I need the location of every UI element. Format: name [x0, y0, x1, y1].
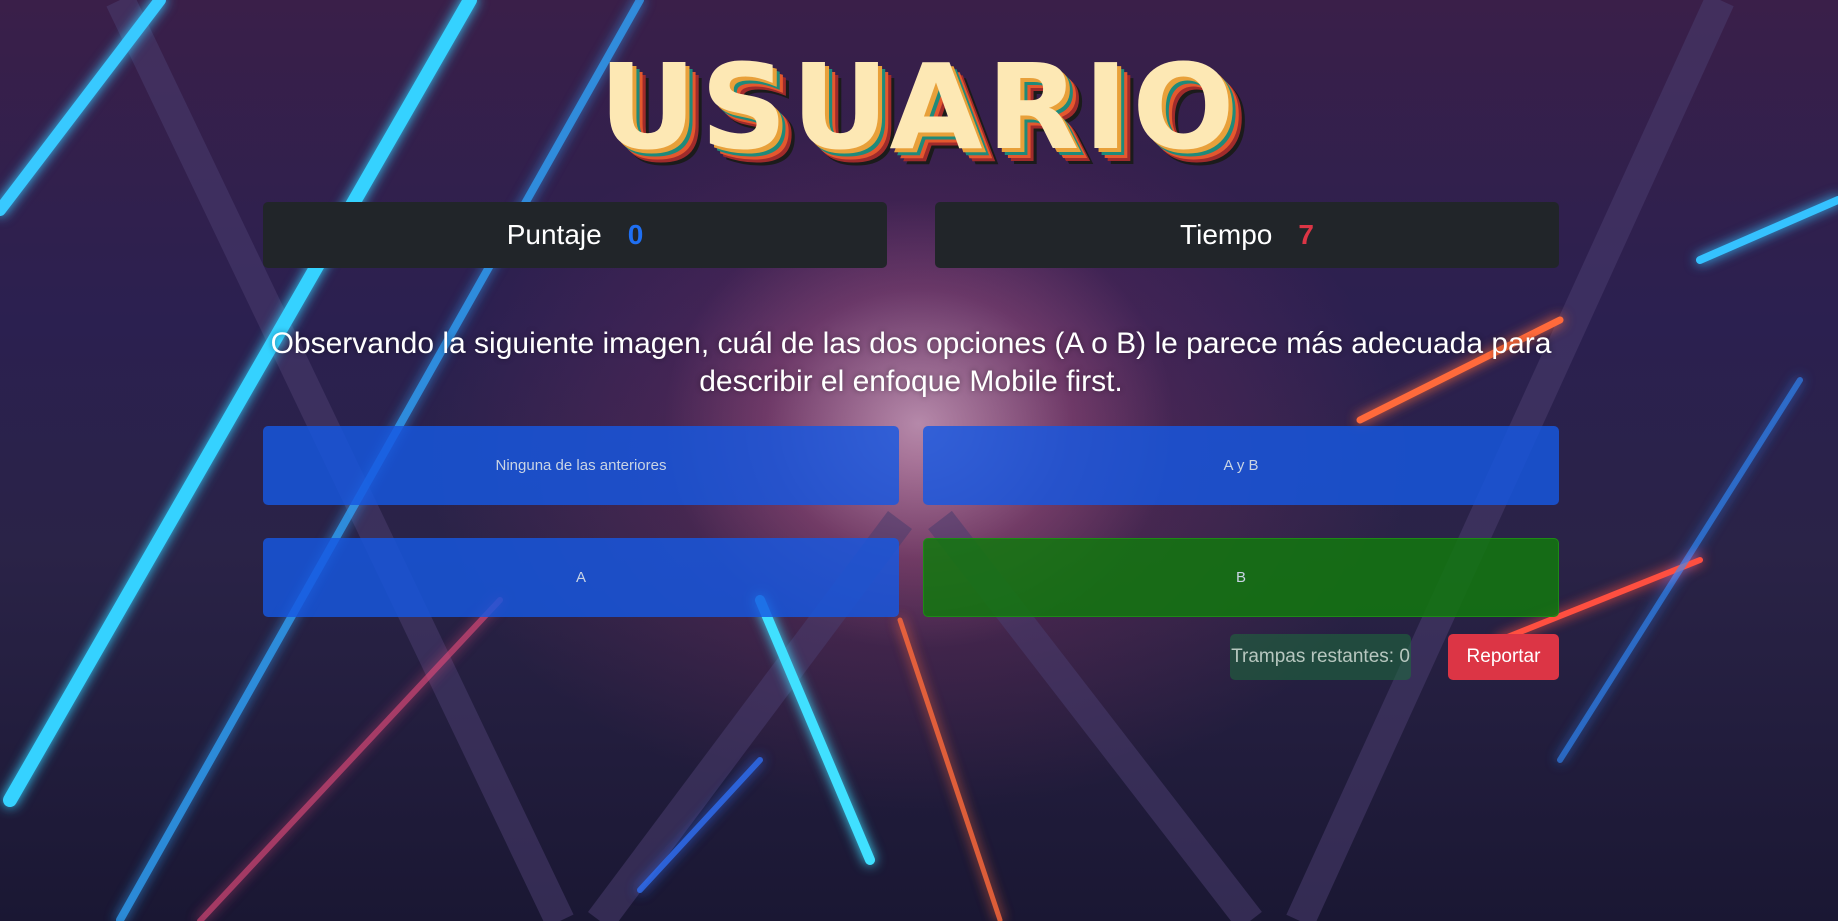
option-button-b[interactable]: B	[923, 538, 1559, 617]
time-label: Tiempo	[1180, 219, 1273, 250]
cheats-remaining-badge: Trampas restantes: 0	[1230, 634, 1411, 680]
cheats-remaining-label: Trampas restantes: 0	[1231, 646, 1410, 667]
question-text: Observando la siguiente imagen, cuál de …	[270, 327, 1552, 398]
option-button-a-and-b[interactable]: A y B	[923, 426, 1559, 505]
time-panel: Tiempo 7	[935, 202, 1559, 268]
page-title: USUARIO	[599, 38, 1239, 176]
score-value: 0	[627, 219, 644, 250]
time-value: 7	[1298, 219, 1314, 250]
score-panel: Puntaje 0	[263, 202, 887, 268]
title-container: USUARIO	[0, 48, 1838, 166]
option-button-a[interactable]: A	[263, 538, 899, 617]
option-label: Ninguna de las anteriores	[495, 457, 667, 474]
option-label: A	[575, 569, 586, 586]
option-button-none[interactable]: Ninguna de las anteriores	[263, 426, 899, 505]
report-label: Reportar	[1466, 646, 1541, 667]
option-label: B	[1235, 569, 1246, 586]
report-button[interactable]: Reportar	[1448, 634, 1559, 680]
score-label: Puntaje	[506, 219, 602, 250]
option-label: A y B	[1223, 457, 1259, 474]
